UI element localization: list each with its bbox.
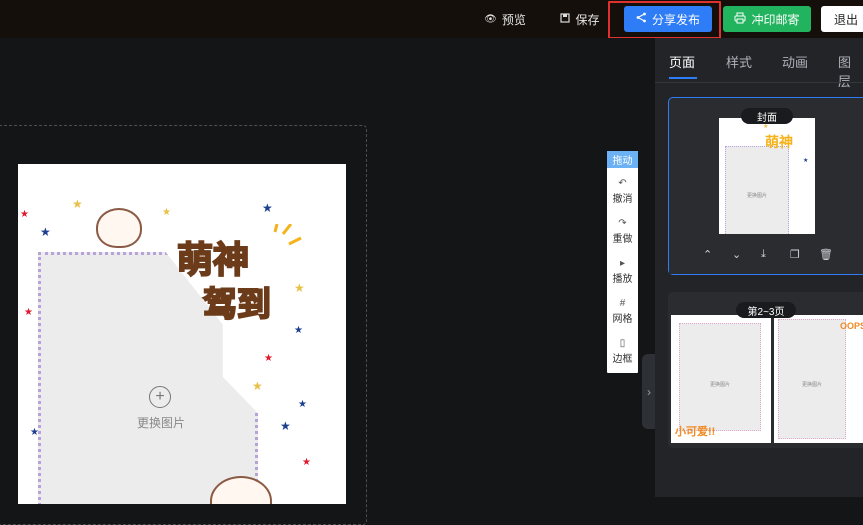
star-icon: ★ — [20, 209, 29, 220]
tab-layers[interactable]: 图层 — [838, 52, 863, 90]
star-icon: ★ — [24, 307, 33, 318]
exit-label: 退出 — [833, 12, 858, 27]
grid-button[interactable]: # 网格 — [607, 297, 638, 325]
star-icon: ★ — [40, 225, 51, 239]
star-icon: ★ — [30, 427, 39, 438]
move-up-icon[interactable]: ⌃ — [703, 248, 712, 261]
star-icon: ★ — [294, 325, 303, 336]
page-card-cover[interactable]: 更换图片 ★ ★ 萌神 封面 ⌃ ⌄ ⤓ ❐ 🗑 — [668, 97, 863, 275]
hamster-top-decoration — [96, 208, 142, 248]
save-icon — [560, 12, 571, 26]
tab-styles[interactable]: 样式 — [726, 52, 752, 71]
eye-icon: 👁 — [484, 13, 497, 25]
page-2-thumbnail: 更换图片 小可爱!! — [671, 315, 771, 443]
spread-label-pill: 第2~3页 — [736, 302, 796, 318]
star-icon: ★ — [252, 379, 263, 393]
grid-icon: # — [619, 298, 626, 309]
grid-label: 网格 — [612, 314, 633, 325]
title-line-2: 驾到 — [203, 285, 271, 324]
redo-button[interactable]: ↷ 重做 — [607, 217, 638, 245]
play-icon: ▸ — [619, 258, 626, 269]
floating-toolbar: 拖动 ↶ 撤消 ↷ 重做 ▸ 播放 # 网格 ▯ 边框 — [607, 151, 638, 373]
replace-image-label[interactable]: 更换图片 — [131, 414, 191, 431]
panel-collapse-toggle[interactable]: › — [642, 354, 656, 429]
thumbnail-title-art: 萌神 — [765, 134, 793, 150]
thumbnail-replace-label: 更换图片 — [801, 382, 822, 388]
thumbnail-oops-text: OOPS — [840, 321, 863, 331]
cover-thumbnail: 更换图片 ★ ★ 萌神 — [719, 118, 815, 252]
star-icon: ★ — [162, 207, 171, 218]
star-icon: ★ — [298, 399, 307, 410]
save-label: 保存 — [575, 12, 600, 27]
active-tab-indicator — [669, 77, 697, 79]
panel-divider — [655, 82, 863, 83]
thumbnail-photo-placeholder — [778, 319, 846, 439]
redo-label: 重做 — [612, 234, 633, 245]
copy-icon[interactable]: ❐ — [790, 248, 800, 261]
print-mail-button[interactable]: 冲印邮寄 — [723, 6, 811, 32]
star-icon: ★ — [72, 197, 83, 211]
share-publish-button[interactable]: 分享发布 — [624, 6, 712, 32]
exit-button[interactable]: 退出 — [821, 6, 863, 32]
play-label: 播放 — [612, 274, 633, 285]
redo-icon: ↷ — [618, 218, 627, 229]
cover-label-pill: 封面 — [741, 108, 793, 124]
print-label: 冲印邮寄 — [751, 12, 800, 27]
border-button[interactable]: ▯ 边框 — [607, 337, 638, 365]
drag-handle[interactable]: 拖动 — [607, 151, 638, 168]
star-icon: ★ — [302, 457, 311, 468]
save-button[interactable]: 保存 — [557, 6, 603, 32]
star-icon: ★ — [294, 281, 305, 295]
border-label: 边框 — [612, 354, 633, 365]
thumbnail-photo-placeholder — [679, 323, 761, 431]
star-icon: ★ — [803, 158, 809, 164]
preview-button[interactable]: 👁 预览 — [482, 6, 528, 32]
top-bar: 👁 预览 保存 分享发布 冲印邮寄 退出 — [0, 0, 863, 39]
play-button[interactable]: ▸ 播放 — [607, 257, 638, 285]
thumbnail-cute-text: 小可爱!! — [675, 426, 716, 438]
thumbnail-replace-label: 更换图片 — [709, 382, 730, 388]
star-icon: ★ — [262, 201, 273, 215]
add-image-icon[interactable]: + — [149, 386, 171, 408]
undo-button[interactable]: ↶ 撤消 — [607, 177, 638, 205]
chevron-right-icon: › — [647, 384, 651, 399]
border-icon: ▯ — [619, 338, 626, 349]
tab-animation[interactable]: 动画 — [782, 52, 808, 71]
share-label: 分享发布 — [651, 12, 700, 27]
page-card-2-3[interactable]: 更换图片 小可爱!! 更换图片 OOPS 第2~3页 — [668, 292, 863, 448]
star-icon: ★ — [763, 124, 769, 130]
preview-label: 预览 — [501, 12, 526, 27]
undo-icon: ↶ — [618, 178, 627, 189]
cute-title-art: 萌神 驾到 — [176, 224, 302, 324]
cover-page[interactable]: + 更换图片 萌神 驾到 ★ ★ ★ ★ ★ ★ ★ ★ ★ ★ ★ ★ ★ ★ — [18, 164, 346, 504]
download-icon[interactable]: ⤓ — [761, 248, 766, 261]
share-icon — [636, 12, 647, 26]
right-panel: 页面 样式 动画 图层 更换图片 ★ ★ 萌神 封面 ⌃ ⌄ ⤓ ❐ 🗑 更换图… — [655, 38, 863, 497]
panel-tabs: 页面 样式 动画 图层 — [655, 38, 863, 89]
star-icon: ★ — [264, 353, 273, 364]
title-line-1: 萌神 — [177, 240, 249, 281]
delete-icon[interactable]: 🗑 — [819, 248, 833, 261]
move-down-icon[interactable]: ⌄ — [732, 248, 741, 261]
thumbnail-replace-label: 更换图片 — [746, 193, 767, 199]
printer-icon — [734, 12, 746, 27]
undo-label: 撤消 — [612, 194, 633, 205]
page-actions-bar: ⌃ ⌄ ⤓ ❐ 🗑 — [669, 234, 863, 274]
star-icon: ★ — [280, 419, 291, 433]
tab-pages[interactable]: 页面 — [669, 52, 695, 71]
page-3-thumbnail: 更换图片 OOPS — [774, 315, 863, 443]
